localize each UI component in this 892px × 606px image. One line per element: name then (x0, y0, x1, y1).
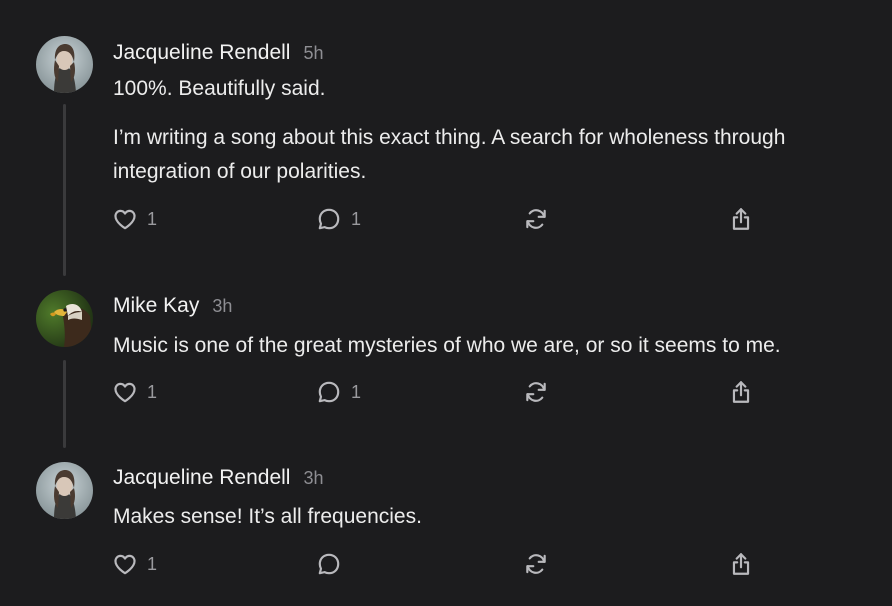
thread-line (63, 360, 66, 448)
avatar[interactable] (36, 36, 93, 93)
restack-icon (523, 206, 549, 232)
share-icon (728, 379, 754, 405)
comment-bubble-icon (316, 551, 342, 577)
avatar[interactable] (36, 462, 93, 519)
share-icon (728, 551, 754, 577)
timestamp[interactable]: 3h (212, 296, 232, 317)
timestamp[interactable]: 5h (303, 43, 323, 64)
author-name[interactable]: Mike Kay (113, 294, 199, 318)
like-count: 1 (147, 553, 158, 574)
comment-actions: 1 1 (112, 379, 762, 407)
restack-icon (523, 551, 549, 577)
restack-button[interactable] (523, 551, 549, 577)
comment-header: Jacqueline Rendell 3h (113, 466, 324, 490)
reply-count: 1 (351, 208, 362, 229)
comment-bubble-icon (316, 206, 342, 232)
like-button[interactable]: 1 (112, 551, 157, 577)
share-icon (728, 206, 754, 232)
heart-icon (112, 379, 138, 405)
thread-line (63, 104, 66, 276)
comment-text: Makes sense! It’s all frequencies. (113, 505, 422, 528)
share-button[interactable] (728, 206, 754, 232)
restack-icon (523, 379, 549, 405)
avatar[interactable] (36, 290, 93, 347)
share-button[interactable] (728, 551, 754, 577)
comment-text: I’m writing a song about this exact thin… (113, 126, 786, 183)
reply-button[interactable] (316, 551, 342, 577)
restack-button[interactable] (523, 379, 549, 405)
heart-icon (112, 551, 138, 577)
comment-text: 100%. Beautifully said. (113, 77, 326, 100)
comment-header: Mike Kay 3h (113, 294, 232, 318)
share-button[interactable] (728, 379, 754, 405)
author-name[interactable]: Jacqueline Rendell (113, 466, 290, 490)
reply-button[interactable]: 1 (316, 206, 361, 232)
restack-button[interactable] (523, 206, 549, 232)
comment-actions: 1 1 (112, 206, 762, 234)
comment-text: Music is one of the great mysteries of w… (113, 334, 781, 357)
like-count: 1 (147, 208, 158, 229)
like-button[interactable]: 1 (112, 206, 157, 232)
author-name[interactable]: Jacqueline Rendell (113, 41, 290, 65)
reply-count: 1 (351, 381, 362, 402)
comment-bubble-icon (316, 379, 342, 405)
comment-actions: 1 (112, 551, 762, 579)
like-count: 1 (147, 381, 158, 402)
reply-button[interactable]: 1 (316, 379, 361, 405)
comment-header: Jacqueline Rendell 5h (113, 41, 324, 65)
timestamp[interactable]: 3h (303, 468, 323, 489)
heart-icon (112, 206, 138, 232)
like-button[interactable]: 1 (112, 379, 157, 405)
